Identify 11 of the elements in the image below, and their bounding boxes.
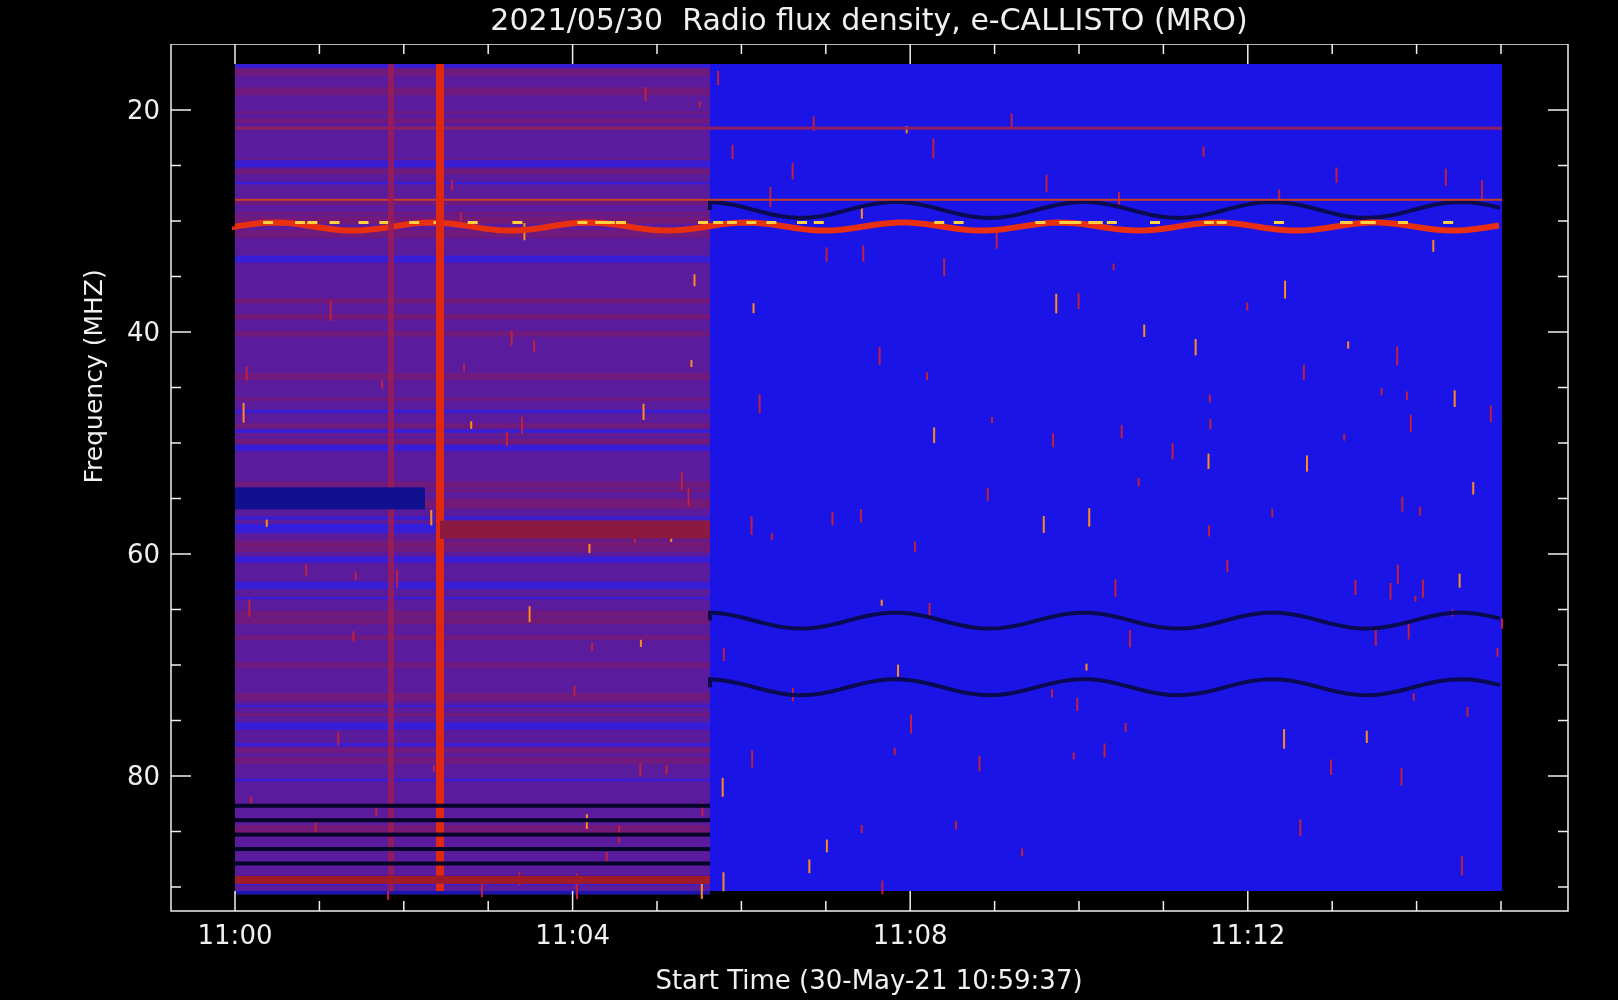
y-axis-label: Frequency (MHZ) (79, 269, 108, 484)
y-tick-label: 20 (126, 95, 160, 125)
y-tick-label: 60 (126, 539, 160, 569)
x-tick-label: 11:08 (872, 920, 948, 950)
x-tick-label: 11:04 (535, 920, 611, 950)
x-tick-label: 11:00 (197, 920, 273, 950)
chart-title: 2021/05/30 Radio flux density, e-CALLISTO (MRO) (490, 1, 1248, 39)
y-tick-label: 40 (126, 317, 160, 347)
x-tick-label: 11:12 (1210, 920, 1286, 950)
x-axis-label: Start Time (30-May-21 10:59:37) (655, 964, 1083, 997)
y-tick-label: 80 (126, 761, 160, 791)
